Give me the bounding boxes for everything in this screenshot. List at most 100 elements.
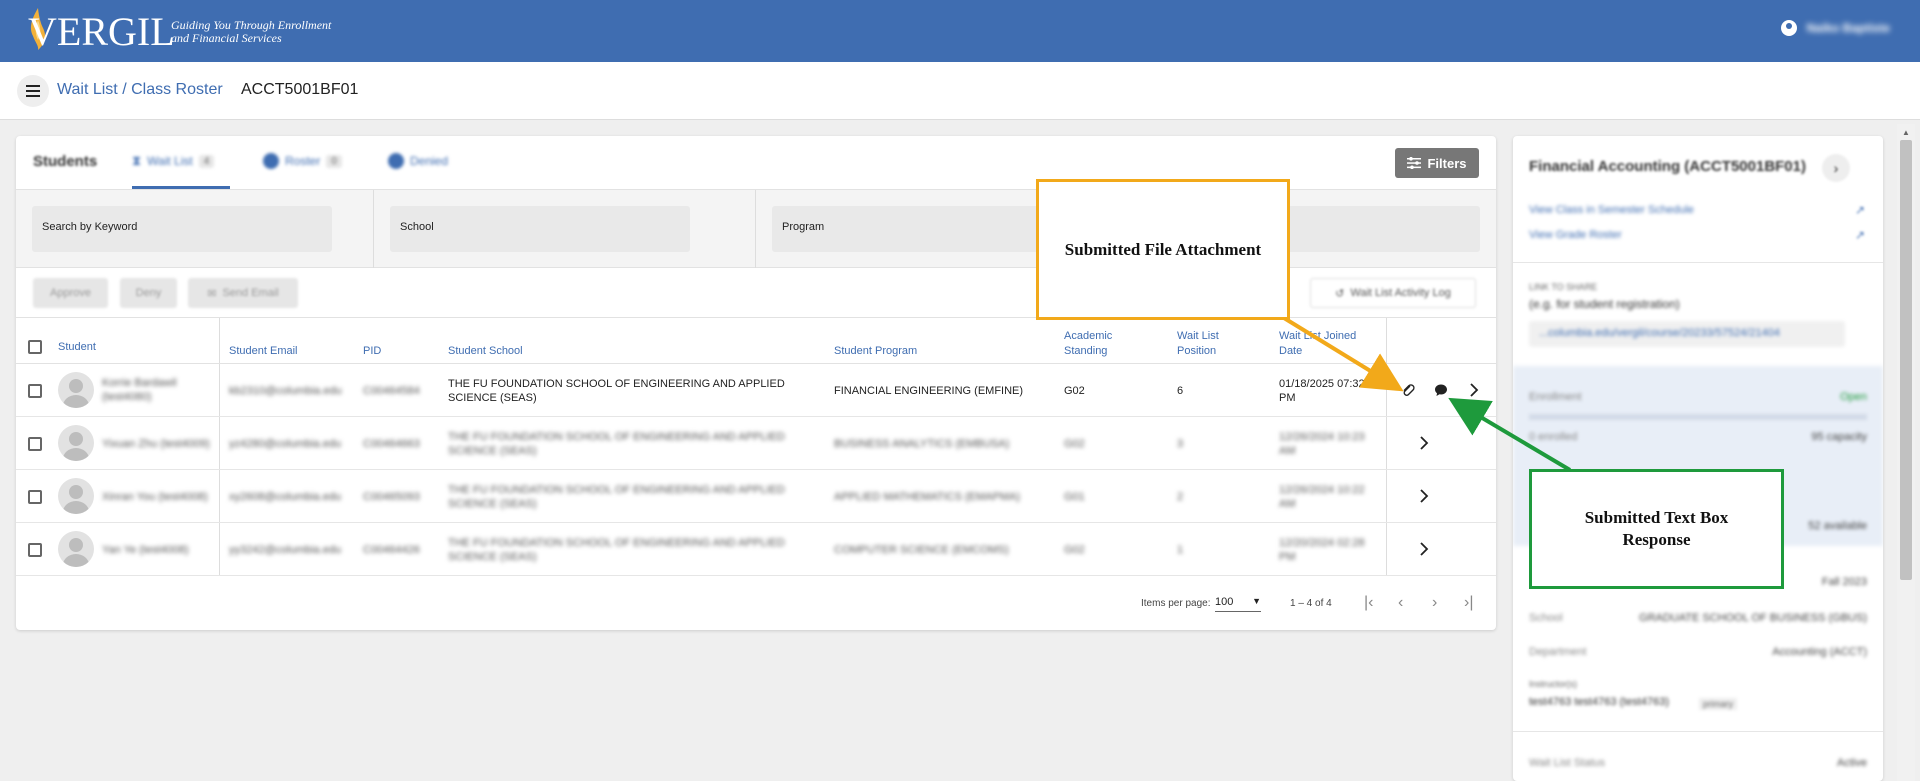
chevron-right-icon[interactable] bbox=[1414, 433, 1434, 453]
avatar bbox=[58, 531, 94, 567]
student-name[interactable]: Yan Ye (test4008) bbox=[102, 543, 212, 557]
breadcrumb-link[interactable]: Wait List / Class Roster bbox=[57, 81, 223, 99]
tab-label: Wait List bbox=[147, 154, 193, 168]
hamburger-menu-icon[interactable] bbox=[17, 75, 49, 107]
search-keyword-input[interactable]: Search by Keyword bbox=[32, 206, 332, 252]
col-program[interactable]: Student Program bbox=[834, 344, 917, 359]
students-heading: Students bbox=[33, 153, 98, 170]
wait-list-position: 1 bbox=[1177, 544, 1184, 556]
avatar bbox=[58, 372, 94, 408]
school-cell: School bbox=[374, 190, 756, 268]
page-scrollbar[interactable]: ▲ bbox=[1897, 124, 1915, 781]
scrollbar-thumb[interactable] bbox=[1900, 140, 1912, 580]
col-email[interactable]: Student Email bbox=[229, 344, 297, 359]
table-header: Student Student Email PID Student School… bbox=[16, 318, 1496, 364]
col-position[interactable]: Wait List Position bbox=[1177, 329, 1237, 359]
select-all-checkbox[interactable] bbox=[28, 340, 42, 354]
class-code-title: ACCT5001BF01 bbox=[241, 81, 359, 98]
top-bar: VERGIL Guiding You Through Enrollment an… bbox=[0, 0, 1920, 62]
tab-wait-list[interactable]: ⧗ Wait List 4 bbox=[132, 153, 215, 169]
academic-standing: G02 bbox=[1064, 438, 1085, 450]
tab-count-badge: 4 bbox=[198, 154, 215, 168]
active-tab-indicator bbox=[132, 186, 230, 189]
student-email: kb2310@columbia.edu bbox=[229, 385, 342, 397]
external-link-icon[interactable]: ↗ bbox=[1855, 203, 1865, 217]
paperclip-icon[interactable] bbox=[1398, 380, 1418, 400]
chevron-right-icon[interactable]: › bbox=[1822, 154, 1850, 182]
logo-wordmark: VERGIL bbox=[28, 9, 175, 54]
academic-standing: G01 bbox=[1064, 491, 1085, 503]
items-per-page-label: Items per page: bbox=[1141, 598, 1211, 609]
col-school[interactable]: Student School bbox=[448, 344, 523, 359]
external-link-icon[interactable]: ↗ bbox=[1855, 228, 1865, 242]
col-student[interactable]: Student bbox=[58, 340, 96, 355]
callout-text: Submitted Text Box Response bbox=[1585, 507, 1729, 551]
table-row[interactable]: Yixuan Zhu (test4009) yz4280@columbia.ed… bbox=[16, 417, 1496, 470]
items-per-page-select[interactable]: 100 ▼ bbox=[1215, 596, 1261, 612]
col-pid[interactable]: PID bbox=[363, 344, 381, 359]
enrolled-count: 0 enrolled bbox=[1529, 431, 1578, 443]
student-email: yz4280@columbia.edu bbox=[229, 438, 342, 450]
first-page-icon[interactable]: |‹ bbox=[1364, 594, 1373, 612]
school-label: School bbox=[1529, 612, 1563, 624]
joined-date: 12/20/2024 02:28 PM bbox=[1279, 537, 1365, 563]
joined-date: 12/26/2024 10:23 AM bbox=[1279, 431, 1365, 457]
row-checkbox[interactable] bbox=[28, 543, 42, 557]
col-joined[interactable]: Wait List Joined Date bbox=[1279, 329, 1367, 359]
student-school: THE FU FOUNDATION SCHOOL OF ENGINEERING … bbox=[448, 484, 785, 510]
deny-button[interactable]: Deny bbox=[120, 278, 177, 308]
tab-denied[interactable]: Denied bbox=[388, 153, 448, 169]
approve-button[interactable]: Approve bbox=[33, 278, 108, 308]
row-checkbox[interactable] bbox=[28, 490, 42, 504]
filters-button[interactable]: Filters bbox=[1395, 148, 1479, 178]
student-pid: C00464426 bbox=[363, 544, 420, 556]
tab-count-badge: 0 bbox=[326, 154, 342, 168]
share-url-field[interactable]: ...columbia.edu/vergil/course/20233/5752… bbox=[1529, 321, 1845, 347]
callout-line1: Submitted Text Box bbox=[1584, 508, 1729, 527]
col-standing[interactable]: Academic Standing bbox=[1064, 329, 1124, 359]
email-icon: ✉ bbox=[207, 287, 217, 300]
avatar bbox=[58, 425, 94, 461]
row-checkbox[interactable] bbox=[28, 437, 42, 451]
send-email-button[interactable]: ✉ Send Email bbox=[188, 278, 298, 308]
dropdown-arrow-icon: ▼ bbox=[1252, 596, 1261, 606]
denied-icon bbox=[388, 153, 404, 169]
view-class-link[interactable]: View Class in Semester Schedule bbox=[1529, 204, 1694, 216]
student-name[interactable]: Xinran You (test4008) bbox=[102, 490, 212, 504]
activity-log-button[interactable]: ↺ Wait List Activity Log bbox=[1310, 278, 1476, 308]
student-school: THE FU FOUNDATION SCHOOL OF ENGINEERING … bbox=[448, 537, 785, 563]
scroll-up-icon[interactable]: ▲ bbox=[1902, 128, 1910, 137]
previous-page-icon[interactable]: ‹ bbox=[1398, 594, 1403, 612]
student-pid: C00465093 bbox=[363, 491, 420, 503]
callout-line2: Response bbox=[1622, 530, 1691, 549]
row-checkbox[interactable] bbox=[28, 384, 42, 398]
table-row[interactable]: Yan Ye (test4008) yy3242@columbia.edu C0… bbox=[16, 523, 1496, 576]
academic-standing: G02 bbox=[1064, 385, 1085, 397]
user-menu[interactable]: Naiko Baptiste bbox=[1780, 20, 1890, 36]
view-grade-roster-link[interactable]: View Grade Roster bbox=[1529, 229, 1622, 241]
chevron-right-icon[interactable] bbox=[1464, 380, 1484, 400]
keyword-cell: Search by Keyword bbox=[16, 190, 374, 268]
school-select[interactable]: School bbox=[390, 206, 690, 252]
roster-icon bbox=[263, 153, 279, 169]
student-name[interactable]: Yixuan Zhu (test4009) bbox=[102, 437, 212, 451]
wait-list-status-value: Active bbox=[1837, 757, 1867, 769]
tagline: Guiding You Through Enrollment and Finan… bbox=[171, 19, 371, 45]
table-row[interactable]: Xinran You (test4008) xy2608@columbia.ed… bbox=[16, 470, 1496, 523]
next-page-icon[interactable]: › bbox=[1432, 594, 1437, 612]
table-row[interactable]: Korrie Bardawil (test4080) kb2310@columb… bbox=[16, 364, 1496, 417]
enrollment-status: Open bbox=[1840, 391, 1867, 403]
wait-list-position: 2 bbox=[1177, 491, 1184, 503]
chevron-right-icon[interactable] bbox=[1414, 486, 1434, 506]
department-value: Accounting (ACCT) bbox=[1772, 646, 1867, 658]
comment-icon[interactable] bbox=[1431, 380, 1451, 400]
tab-roster[interactable]: Roster 0 bbox=[263, 153, 342, 169]
student-email: xy2608@columbia.edu bbox=[229, 491, 342, 503]
student-program: BUSINESS ANALYTICS (EMBUSA) bbox=[834, 438, 1010, 450]
student-name[interactable]: Korrie Bardawil (test4080) bbox=[102, 376, 192, 404]
last-page-icon[interactable]: ›| bbox=[1464, 594, 1473, 612]
joined-date: 12/26/2024 10:22 AM bbox=[1279, 484, 1365, 510]
student-school: THE FU FOUNDATION SCHOOL OF ENGINEERING … bbox=[448, 431, 785, 457]
chevron-right-icon[interactable] bbox=[1414, 539, 1434, 559]
primary-tag: primary bbox=[1699, 698, 1738, 710]
